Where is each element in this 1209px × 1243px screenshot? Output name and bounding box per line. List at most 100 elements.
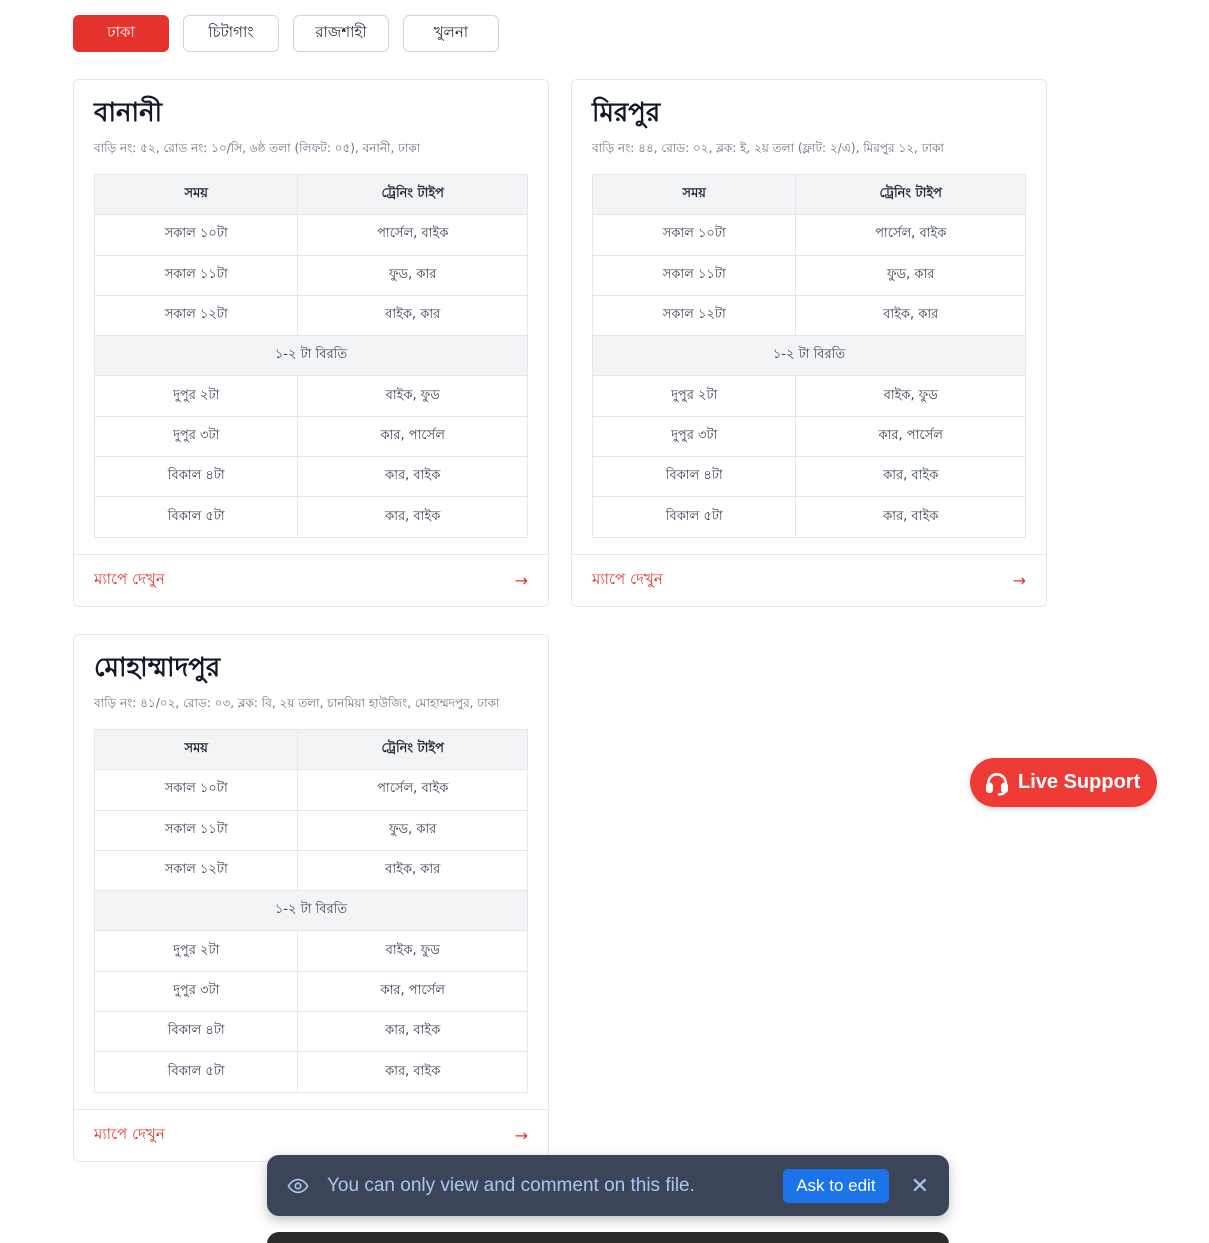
time-cell: সকাল ১১টা [591, 254, 797, 296]
type-cell: পার্সেল, বাইক [297, 214, 528, 256]
time-cell: বিকাল ৫টা [93, 1051, 299, 1093]
type-cell: কার, বাইক [795, 456, 1026, 498]
table-row: সকাল ১২টা বাইক, কার [591, 294, 1026, 337]
break-row: ১-২ টা বিরতি [592, 335, 1026, 377]
time-cell: দুপুর ২টা [93, 375, 299, 417]
table-row: বিকাল ৪টা কার, বাইক [93, 1011, 528, 1053]
time-cell: দুপুর ৩টা [93, 415, 299, 458]
break-row: ১-২ টা বিরতি [94, 335, 528, 377]
branch-title: বানানী [94, 98, 163, 128]
time-cell: সকাল ১১টা [93, 254, 299, 296]
eye-icon [287, 1178, 309, 1193]
branch-card: বানানী বাড়ি নং: ৫২, রোড নং: ১০/সি, ৬ষ্ঠ… [73, 79, 549, 607]
type-cell: ফুড, কার [297, 254, 528, 296]
time-header: সময় [93, 173, 299, 216]
branch-address: বাড়ি নং: ৪১/০২, রোড: ০৩, ব্লক: বি, ২য় … [94, 696, 500, 710]
type-header: ট্রেনিং টাইপ [297, 728, 528, 771]
tab-khulna[interactable]: খুলনা [403, 15, 499, 52]
table-row: বিকাল ৫টা কার, বাইক [591, 496, 1026, 538]
type-cell: বাইক, কার [297, 294, 528, 337]
branch-title: মোহাম্মাদপুর [94, 653, 221, 683]
table-row: দুপুর ৩টা কার, পার্সেল [591, 415, 1026, 458]
table-row: দুপুর ৩টা কার, পার্সেল [93, 970, 528, 1013]
live-support-label: Live Support [1018, 771, 1141, 793]
ask-to-edit-button[interactable]: Ask to edit [783, 1168, 889, 1203]
type-cell: বাইক, কার [297, 849, 528, 892]
tab-dhaka[interactable]: ঢাকা [73, 15, 169, 52]
time-cell: সকাল ১০টা [93, 214, 299, 256]
type-cell: বাইক, ফুড [297, 930, 528, 972]
table-row: বিকাল ৪টা কার, বাইক [591, 456, 1026, 498]
view-map-link[interactable]: ম্যাপে দেখুন [94, 1123, 165, 1148]
schedule-table: সময় ট্রেনিং টাইপ সকাল ১০টা পার্সেল, বাইক… [93, 728, 528, 1093]
table-row: দুপুর ২টা বাইক, ফুড [591, 375, 1026, 417]
time-cell: সকাল ১২টা [93, 849, 299, 892]
schedule-table: সময় ট্রেনিং টাইপ সকাল ১০টা পার্সেল, বাইক… [591, 173, 1026, 538]
card-footer: ম্যাপে দেখুন → [74, 553, 548, 606]
time-cell: বিকাল ৪টা [591, 456, 797, 498]
table-row: সকাল ১১টা ফুড, কার [93, 254, 528, 296]
type-cell: ফুড, কার [297, 809, 528, 851]
type-cell: পার্সেল, বাইক [297, 769, 528, 811]
time-cell: সকাল ১০টা [591, 214, 797, 256]
table-row: সকাল ১১টা ফুড, কার [93, 809, 528, 851]
time-cell: সকাল ১১টা [93, 809, 299, 851]
table-row: বিকাল ৫টা কার, বাইক [93, 496, 528, 538]
time-cell: দুপুর ২টা [591, 375, 797, 417]
time-header: সময় [591, 173, 797, 216]
arrow-right-icon[interactable]: → [515, 571, 528, 590]
break-row: ১-২ টা বিরতি [94, 890, 528, 932]
time-cell: বিকাল ৪টা [93, 1011, 299, 1053]
type-cell: পার্সেল, বাইক [795, 214, 1026, 256]
city-tabs: ঢাকা চিটাগাং রাজশাহী খুলনা [73, 15, 499, 52]
type-header: ট্রেনিং টাইপ [795, 173, 1026, 216]
break-cell: ১-২ টা বিরতি [94, 335, 528, 377]
time-cell: বিকাল ৪টা [93, 456, 299, 498]
card-footer: ম্যাপে দেখুন → [74, 1108, 548, 1161]
table-row: সকাল ১০টা পার্সেল, বাইক [93, 769, 528, 811]
bottom-toolbar [267, 1232, 949, 1243]
type-cell: কার, পার্সেল [297, 415, 528, 458]
time-header: সময় [93, 728, 299, 771]
branch-address: বাড়ি নং: ৪৪, রোড: ০২, ব্লক: ই, ২য় তলা … [592, 141, 944, 155]
branch-card: মিরপুর বাড়ি নং: ৪৪, রোড: ০২, ব্লক: ই, ২… [571, 79, 1047, 607]
card-footer: ম্যাপে দেখুন → [572, 553, 1046, 606]
type-cell: বাইক, ফুড [297, 375, 528, 417]
table-row: দুপুর ৩টা কার, পার্সেল [93, 415, 528, 458]
type-cell: ফুড, কার [795, 254, 1026, 296]
time-cell: বিকাল ৫টা [591, 496, 797, 538]
type-cell: কার, বাইক [297, 1011, 528, 1053]
time-cell: দুপুর ২টা [93, 930, 299, 972]
close-icon[interactable]: ✕ [911, 1173, 929, 1199]
branch-title: মিরপুর [592, 98, 661, 128]
type-cell: কার, পার্সেল [795, 415, 1026, 458]
table-header-row: সময় ট্রেনিং টাইপ [93, 728, 528, 771]
type-cell: কার, বাইক [297, 456, 528, 498]
time-cell: দুপুর ৩টা [93, 970, 299, 1013]
schedule-table: সময় ট্রেনিং টাইপ সকাল ১০টা পার্সেল, বাইক… [93, 173, 528, 538]
arrow-right-icon[interactable]: → [515, 1126, 528, 1145]
arrow-right-icon[interactable]: → [1013, 571, 1026, 590]
live-support-button[interactable]: Live Support [970, 758, 1157, 807]
break-cell: ১-২ টা বিরতি [94, 890, 528, 932]
tab-rajshahi[interactable]: রাজশাহী [293, 15, 389, 52]
table-row: সকাল ১০টা পার্সেল, বাইক [93, 214, 528, 256]
type-cell: বাইক, কার [795, 294, 1026, 337]
tab-chittagong[interactable]: চিটাগাং [183, 15, 279, 52]
table-header-row: সময় ট্রেনিং টাইপ [93, 173, 528, 216]
table-row: দুপুর ২টা বাইক, ফুড [93, 930, 528, 972]
table-header-row: সময় ট্রেনিং টাইপ [591, 173, 1026, 216]
type-cell: বাইক, ফুড [795, 375, 1026, 417]
table-row: দুপুর ২টা বাইক, ফুড [93, 375, 528, 417]
branch-address: বাড়ি নং: ৫২, রোড নং: ১০/সি, ৬ষ্ঠ তলা (ল… [94, 141, 421, 155]
headset-icon [985, 772, 1009, 796]
type-cell: কার, বাইক [795, 496, 1026, 538]
branch-card: মোহাম্মাদপুর বাড়ি নং: ৪১/০২, রোড: ০৩, ব… [73, 634, 549, 1162]
type-header: ট্রেনিং টাইপ [297, 173, 528, 216]
time-cell: বিকাল ৫টা [93, 496, 299, 538]
toast-message: You can only view and comment on this fi… [327, 1174, 695, 1196]
view-map-link[interactable]: ম্যাপে দেখুন [592, 568, 663, 593]
time-cell: সকাল ১২টা [591, 294, 797, 337]
type-cell: কার, বাইক [297, 1051, 528, 1093]
view-map-link[interactable]: ম্যাপে দেখুন [94, 568, 165, 593]
